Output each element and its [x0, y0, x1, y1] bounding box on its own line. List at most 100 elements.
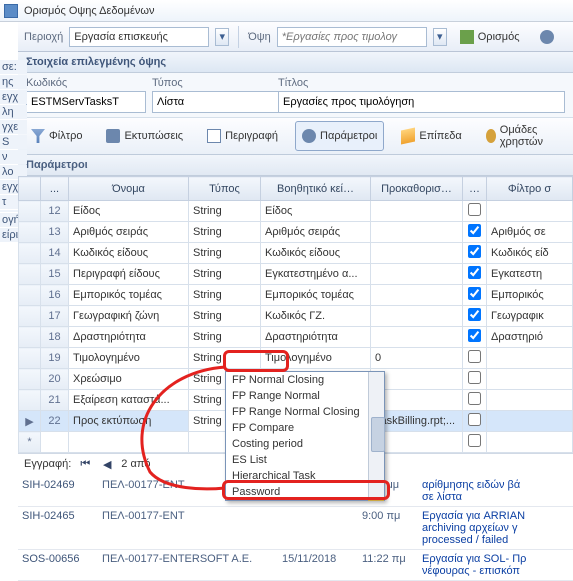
col-rowheader[interactable] [19, 177, 41, 201]
cell-check[interactable] [463, 306, 487, 327]
dropdown-item[interactable]: FP Normal Closing [226, 372, 384, 388]
col-preset[interactable]: Προκαθορισ… [371, 177, 463, 201]
cell-check[interactable] [463, 285, 487, 306]
region-combo[interactable]: Εργασία επισκευής [69, 27, 209, 47]
cell-check[interactable] [463, 243, 487, 264]
row-header[interactable] [19, 369, 41, 390]
cell-filter[interactable] [487, 369, 573, 390]
row-checkbox[interactable] [468, 224, 481, 237]
cell-preset[interactable] [371, 243, 463, 264]
row-header[interactable] [19, 243, 41, 264]
table-row[interactable]: 14Κωδικός είδουςStringΚωδικός είδουςΚωδι… [19, 243, 573, 264]
code-input[interactable] [26, 91, 146, 113]
dropdown-item[interactable]: FP Range Normal [226, 388, 384, 404]
cell-name[interactable]: Προς εκτύπωση [69, 411, 189, 432]
row-checkbox[interactable] [468, 392, 481, 405]
cell-filter[interactable]: Δραστηριό [487, 327, 573, 348]
dropdown-item[interactable]: Costing period [226, 436, 384, 452]
dropdown-item[interactable]: ES List [226, 452, 384, 468]
extra-tool-button[interactable] [533, 26, 561, 48]
table-row[interactable]: 13Αριθμός σειράςStringΑριθμός σειράςΑριθ… [19, 222, 573, 243]
cell-type[interactable]: String [189, 243, 261, 264]
cell-check[interactable] [463, 348, 487, 369]
dropdown-item[interactable]: FP Compare [226, 420, 384, 436]
cell-check[interactable] [463, 390, 487, 411]
row-header[interactable] [19, 348, 41, 369]
row-checkbox[interactable] [468, 287, 481, 300]
tab-params[interactable]: Παράμετροι [295, 121, 384, 151]
table-row[interactable]: 18ΔραστηριότηταStringΔραστηριότηταΔραστη… [19, 327, 573, 348]
tab-description[interactable]: Περιγραφή [200, 121, 285, 151]
cell-type[interactable]: String [189, 264, 261, 285]
cell-aux[interactable]: Κωδικός είδους [261, 243, 371, 264]
col-idx[interactable]: ... [41, 177, 69, 201]
tab-groups[interactable]: Ομάδες χρηστών [479, 121, 567, 151]
cell-preset[interactable] [371, 285, 463, 306]
cell-name[interactable]: Τιμολογημένο [69, 348, 189, 369]
tab-levels[interactable]: Επίπεδα [394, 121, 468, 151]
cell-aux[interactable]: Είδος [261, 201, 371, 222]
row-header[interactable] [19, 285, 41, 306]
cell-type[interactable]: String [189, 201, 261, 222]
table-row[interactable]: 15Περιγραφή είδουςStringΕγκατεστημένο α.… [19, 264, 573, 285]
cell-check[interactable] [463, 411, 487, 432]
row-checkbox[interactable] [468, 266, 481, 279]
row-checkbox[interactable] [468, 434, 481, 447]
cell-aux[interactable]: Εγκατεστημένο α... [261, 264, 371, 285]
view-dropdown-button[interactable]: ▾ [433, 28, 447, 46]
cell-filter[interactable]: Εγκατεστη [487, 264, 573, 285]
row-header[interactable] [19, 390, 41, 411]
row-checkbox[interactable] [468, 329, 481, 342]
title-input[interactable] [278, 91, 565, 113]
row-checkbox[interactable] [468, 371, 481, 384]
cell-type[interactable]: String [189, 222, 261, 243]
cell-preset[interactable] [371, 264, 463, 285]
cell-preset[interactable] [371, 306, 463, 327]
cell-aux[interactable]: Αριθμός σειράς [261, 222, 371, 243]
cell-name[interactable]: Περιγραφή είδους [69, 264, 189, 285]
cell-filter[interactable] [487, 390, 573, 411]
cell-check[interactable] [463, 201, 487, 222]
nav-prev[interactable]: ◀ [99, 456, 115, 472]
cell-type[interactable]: String [189, 306, 261, 327]
scrollbar-thumb[interactable] [371, 417, 385, 452]
cell-check[interactable] [463, 327, 487, 348]
cell-name[interactable]: Κωδικός είδους [69, 243, 189, 264]
row-checkbox[interactable] [468, 308, 481, 321]
cell-filter[interactable]: Κωδικός είδ [487, 243, 573, 264]
row-checkbox[interactable] [468, 203, 481, 216]
nav-first[interactable]: ⏮ [77, 456, 93, 472]
table-row[interactable]: 17Γεωγραφική ζώνηStringΚωδικός ΓΖ.Γεωγρα… [19, 306, 573, 327]
cell-name[interactable]: Δραστηριότητα [69, 327, 189, 348]
cell-name[interactable]: Χρεώσιμο [69, 369, 189, 390]
region-dropdown-button[interactable]: ▾ [215, 28, 229, 46]
dropdown-item[interactable]: FP Range Normal Closing [226, 404, 384, 420]
cell-aux[interactable]: Κωδικός ΓΖ. [261, 306, 371, 327]
tab-filter[interactable]: Φίλτρο [24, 121, 89, 151]
cell-filter[interactable]: Γεωγραφικ [487, 306, 573, 327]
row-header[interactable] [19, 306, 41, 327]
cell-check[interactable] [463, 369, 487, 390]
cell-filter[interactable] [487, 348, 573, 369]
cell-preset[interactable]: 0 [371, 348, 463, 369]
row-header[interactable] [19, 222, 41, 243]
row-header[interactable]: ▶ [19, 411, 41, 432]
define-button[interactable]: Ορισμός [453, 26, 527, 48]
cell-name[interactable]: Αριθμός σειράς [69, 222, 189, 243]
cell-filter[interactable] [487, 411, 573, 432]
empty-cell[interactable] [69, 432, 189, 453]
cell-name[interactable]: Εξαίρεση καταστά... [69, 390, 189, 411]
row-header[interactable] [19, 201, 41, 222]
cell-type[interactable]: String [189, 327, 261, 348]
empty-cell[interactable] [463, 432, 487, 453]
table-row[interactable]: 16Εμπορικός τομέαςStringΕμπορικός τομέας… [19, 285, 573, 306]
cell-filter[interactable]: Αριθμός σε [487, 222, 573, 243]
row-checkbox[interactable] [468, 245, 481, 258]
empty-cell[interactable] [41, 432, 69, 453]
cell-preset[interactable] [371, 327, 463, 348]
cell-preset[interactable] [371, 222, 463, 243]
cell-aux[interactable]: Δραστηριότητα [261, 327, 371, 348]
cell-type[interactable]: String [189, 285, 261, 306]
col-type[interactable]: Τύπος [189, 177, 261, 201]
cell-aux[interactable]: Εμπορικός τομέας [261, 285, 371, 306]
